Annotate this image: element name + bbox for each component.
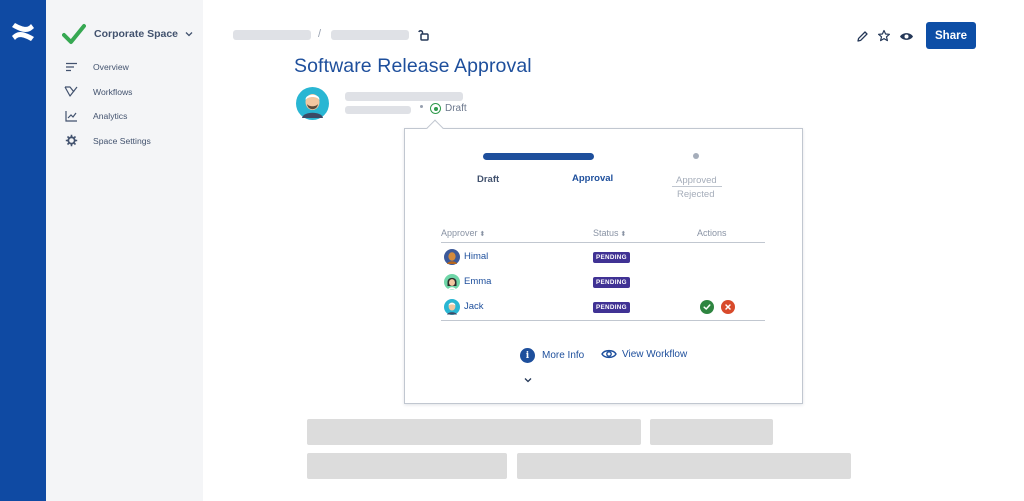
workflow-status-toggle[interactable]: Draft [430,103,467,114]
close-icon [725,304,731,310]
checkmark-icon [703,304,711,310]
gear-icon [64,134,78,148]
column-header-status[interactable]: Status ⬍ [593,228,626,238]
sidebar-item-analytics[interactable]: Analytics [64,104,151,129]
workflow-status-label: Draft [445,103,467,114]
stage-pending-dot [693,153,699,159]
column-header-label: Status [593,228,619,238]
sidebar-item-overview[interactable]: Overview [64,55,151,80]
stage-rejected: Rejected [677,189,715,200]
approver-name[interactable]: Emma [464,276,491,287]
author-name-placeholder [345,92,463,101]
avatar[interactable] [444,274,460,290]
date-placeholder [345,106,411,114]
page-title: Software Release Approval [294,55,532,77]
column-header-approver[interactable]: Approver ⬍ [441,228,485,238]
confluence-app: Corporate Space Overview Workflows Analy… [0,0,1024,501]
breadcrumb-placeholder[interactable] [233,30,311,40]
approver-name[interactable]: Himal [464,251,488,262]
approve-button[interactable] [700,300,714,314]
sort-icon: ⬍ [620,231,627,238]
content-placeholder [307,419,641,445]
status-badge: PENDING [593,277,630,288]
more-info-link[interactable]: i More Info [520,348,584,363]
meta-separator-dot [420,105,423,108]
breadcrumb-separator: / [318,28,322,40]
content-placeholder [650,419,773,445]
table-footer-divider [441,320,765,321]
stage-progress-bar [483,153,594,160]
reject-button[interactable] [721,300,735,314]
stage-approved: Approved [676,175,717,186]
avatar[interactable] [444,249,460,265]
breadcrumb-placeholder[interactable] [331,30,409,40]
more-info-label: More Info [542,350,585,361]
column-header-actions: Actions [697,228,727,238]
stage-approval: Approval [572,173,614,184]
info-icon: i [520,348,535,363]
edit-icon[interactable] [854,28,870,44]
global-nav-rail [0,0,46,501]
stage-draft: Draft [477,174,500,185]
sidebar-item-label: Space Settings [93,135,151,146]
star-icon[interactable] [876,28,892,44]
sidebar-item-workflows[interactable]: Workflows [64,80,151,105]
workflow-icon [64,85,78,99]
chart-icon [64,109,78,123]
view-workflow-label: View Workflow [622,348,688,360]
column-header-label: Approver [441,228,478,238]
checkmark-icon [62,24,86,44]
view-workflow-link[interactable]: View Workflow [601,348,687,360]
space-sidebar: Corporate Space Overview Workflows Analy… [46,0,203,501]
content-placeholder [517,453,851,479]
space-switcher[interactable]: Corporate Space [62,22,194,46]
space-nav: Overview Workflows Analytics Space Setti… [64,55,151,153]
sidebar-item-label: Analytics [93,111,128,122]
column-header-label: Actions [697,228,727,238]
chevron-down-icon[interactable] [523,375,533,385]
lines-icon [64,60,78,74]
eye-icon [601,349,617,359]
table-row: Emma PENDING [441,273,765,293]
status-badge: PENDING [593,302,630,313]
content-placeholder [307,453,507,479]
table-header-divider [441,242,765,243]
sidebar-item-label: Overview [93,62,129,73]
table-row: Jack PENDING [441,298,765,318]
unlock-icon[interactable] [418,29,430,41]
confluence-logo-icon[interactable] [10,20,36,44]
space-name: Corporate Space [94,28,179,40]
approver-name[interactable]: Jack [464,301,484,312]
watch-eye-icon[interactable] [898,28,914,44]
chevron-down-icon [185,32,193,37]
share-button[interactable]: Share [926,22,976,49]
author-avatar[interactable] [296,87,329,120]
avatar[interactable] [444,299,460,315]
sidebar-item-label: Workflows [93,86,133,97]
sort-icon: ⬍ [479,231,486,238]
draft-status-icon [430,103,441,114]
stage-divider [672,186,722,187]
sidebar-item-space-settings[interactable]: Space Settings [64,129,151,154]
status-badge: PENDING [593,252,630,263]
table-row: Himal PENDING [441,248,765,268]
